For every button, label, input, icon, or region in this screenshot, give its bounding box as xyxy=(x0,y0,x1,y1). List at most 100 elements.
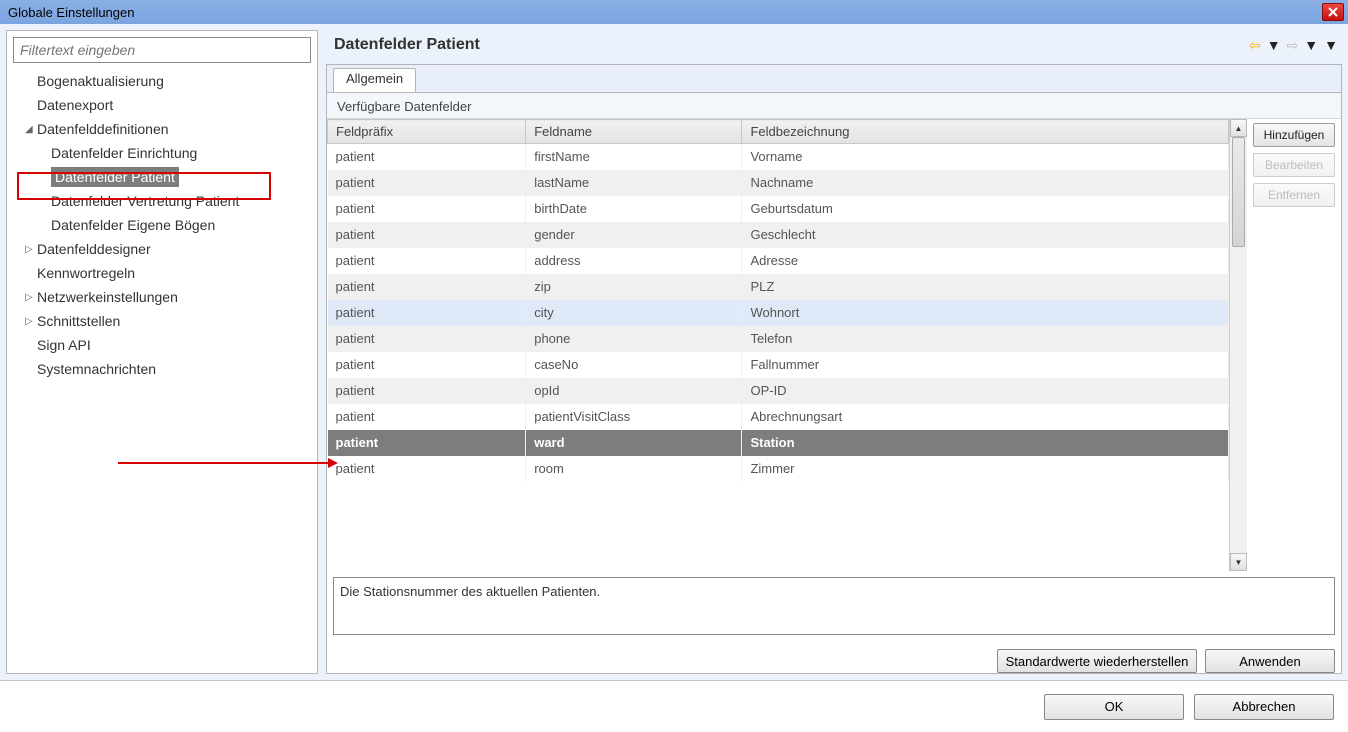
scroll-thumb[interactable] xyxy=(1232,137,1245,247)
table-row[interactable]: patientpatientVisitClassAbrechnungsart xyxy=(328,404,1229,430)
table-row[interactable]: patientfirstNameVorname xyxy=(328,144,1229,170)
cell-prefix: patient xyxy=(328,222,526,248)
restore-defaults-button[interactable]: Standardwerte wiederherstellen xyxy=(997,649,1197,673)
tree-item[interactable]: ◢Datenfelddefinitionen xyxy=(13,117,311,141)
window-title: Globale Einstellungen xyxy=(8,5,134,20)
tree-item[interactable]: Systemnachrichten xyxy=(13,357,311,381)
cell-prefix: patient xyxy=(328,378,526,404)
table-row[interactable]: patientcaseNoFallnummer xyxy=(328,352,1229,378)
cell-prefix: patient xyxy=(328,170,526,196)
view-menu-dropdown-icon[interactable]: ▼ xyxy=(1324,37,1338,53)
cell-prefix: patient xyxy=(328,326,526,352)
cell-name: ward xyxy=(526,430,742,456)
vertical-scrollbar[interactable]: ▲ ▼ xyxy=(1229,119,1247,571)
cell-desc: PLZ xyxy=(742,274,1229,300)
table-row[interactable]: patientaddressAdresse xyxy=(328,248,1229,274)
forward-arrow-icon[interactable]: ⇨ xyxy=(1287,37,1299,54)
table-row[interactable]: patientopIdOP-ID xyxy=(328,378,1229,404)
forward-menu-dropdown-icon[interactable]: ▼ xyxy=(1304,37,1318,53)
cell-prefix: patient xyxy=(328,144,526,170)
tree-item[interactable]: Sign API xyxy=(13,333,311,357)
cell-name: firstName xyxy=(526,144,742,170)
tree-item[interactable]: Kennwortregeln xyxy=(13,261,311,285)
back-menu-dropdown-icon[interactable]: ▼ xyxy=(1267,37,1281,53)
cell-desc: Abrechnungsart xyxy=(742,404,1229,430)
tree-item-label: Netzwerkeinstellungen xyxy=(37,289,178,305)
tree-item-label: Sign API xyxy=(37,337,91,353)
dialog-footer: OK Abbrechen xyxy=(0,680,1348,732)
tree-item[interactable]: Datenexport xyxy=(13,93,311,117)
cell-name: city xyxy=(526,300,742,326)
page-title: Datenfelder Patient xyxy=(334,36,480,54)
tree-item[interactable]: ▷Schnittstellen xyxy=(13,309,311,333)
tree-item-label: Schnittstellen xyxy=(37,313,120,329)
cell-desc: Telefon xyxy=(742,326,1229,352)
tree-item[interactable]: Datenfelder Eigene Bögen xyxy=(13,213,311,237)
titlebar: Globale Einstellungen xyxy=(0,0,1348,24)
cell-prefix: patient xyxy=(328,248,526,274)
navigation-pane: BogenaktualisierungDatenexport◢Datenfeld… xyxy=(6,30,318,674)
tree-item[interactable]: Datenfelder Vertretung Patient xyxy=(13,189,311,213)
tree-item-label: Datenfelder Einrichtung xyxy=(51,145,197,161)
tree-item[interactable]: Datenfelder Einrichtung xyxy=(13,141,311,165)
ok-button[interactable]: OK xyxy=(1044,694,1184,720)
settings-tree[interactable]: BogenaktualisierungDatenexport◢Datenfeld… xyxy=(13,69,311,667)
chevron-right-icon: ▷ xyxy=(25,244,35,255)
cell-desc: OP-ID xyxy=(742,378,1229,404)
filter-input[interactable] xyxy=(13,37,311,63)
cell-desc: Geschlecht xyxy=(742,222,1229,248)
cell-desc: Adresse xyxy=(742,248,1229,274)
tree-item-label: Datenexport xyxy=(37,97,113,113)
tree-item[interactable]: Bogenaktualisierung xyxy=(13,69,311,93)
cell-name: address xyxy=(526,248,742,274)
tree-item-label: Datenfelddefinitionen xyxy=(37,121,169,137)
cell-name: phone xyxy=(526,326,742,352)
table-row[interactable]: patientphoneTelefon xyxy=(328,326,1229,352)
tree-item[interactable]: ▷Datenfelddesigner xyxy=(13,237,311,261)
col-prefix[interactable]: Feldpräfix xyxy=(328,120,526,144)
table-row[interactable]: patientbirthDateGeburtsdatum xyxy=(328,196,1229,222)
cell-desc: Fallnummer xyxy=(742,352,1229,378)
cell-desc: Nachname xyxy=(742,170,1229,196)
cell-prefix: patient xyxy=(328,300,526,326)
cell-prefix: patient xyxy=(328,274,526,300)
tree-item[interactable]: Datenfelder Patient xyxy=(13,165,311,189)
add-button[interactable]: Hinzufügen xyxy=(1253,123,1335,147)
fields-table[interactable]: Feldpräfix Feldname Feldbezeichnung pati… xyxy=(327,119,1229,482)
edit-button: Bearbeiten xyxy=(1253,153,1335,177)
table-row[interactable]: patientroomZimmer xyxy=(328,456,1229,482)
cancel-button[interactable]: Abbrechen xyxy=(1194,694,1334,720)
table-row[interactable]: patientwardStation xyxy=(328,430,1229,456)
tree-item[interactable]: ▷Netzwerkeinstellungen xyxy=(13,285,311,309)
tab-strip: Allgemein xyxy=(327,65,1341,93)
cell-desc: Zimmer xyxy=(742,456,1229,482)
scroll-up-icon[interactable]: ▲ xyxy=(1230,119,1247,137)
tree-item-label: Datenfelder Vertretung Patient xyxy=(51,193,239,209)
tab-general[interactable]: Allgemein xyxy=(333,68,416,92)
col-desc[interactable]: Feldbezeichnung xyxy=(742,120,1229,144)
table-row[interactable]: patientlastNameNachname xyxy=(328,170,1229,196)
table-row[interactable]: patientzipPLZ xyxy=(328,274,1229,300)
tree-item-label: Bogenaktualisierung xyxy=(37,73,164,89)
tree-item-label: Kennwortregeln xyxy=(37,265,135,281)
cell-desc: Station xyxy=(742,430,1229,456)
cell-name: zip xyxy=(526,274,742,300)
table-row[interactable]: patientcityWohnort xyxy=(328,300,1229,326)
apply-button[interactable]: Anwenden xyxy=(1205,649,1335,673)
cell-name: birthDate xyxy=(526,196,742,222)
tree-item-label: Datenfelder Eigene Bögen xyxy=(51,217,215,233)
chevron-down-icon: ◢ xyxy=(25,124,35,135)
cell-name: lastName xyxy=(526,170,742,196)
description-box: Die Stationsnummer des aktuellen Patient… xyxy=(333,577,1335,635)
close-button[interactable] xyxy=(1322,3,1344,21)
back-arrow-icon[interactable]: ⇦ xyxy=(1249,37,1261,54)
col-name[interactable]: Feldname xyxy=(526,120,742,144)
cell-prefix: patient xyxy=(328,404,526,430)
cell-prefix: patient xyxy=(328,430,526,456)
table-row[interactable]: patientgenderGeschlecht xyxy=(328,222,1229,248)
cell-prefix: patient xyxy=(328,352,526,378)
cell-desc: Geburtsdatum xyxy=(742,196,1229,222)
scroll-down-icon[interactable]: ▼ xyxy=(1230,553,1247,571)
group-label: Verfügbare Datenfelder xyxy=(327,93,1341,119)
cell-name: caseNo xyxy=(526,352,742,378)
